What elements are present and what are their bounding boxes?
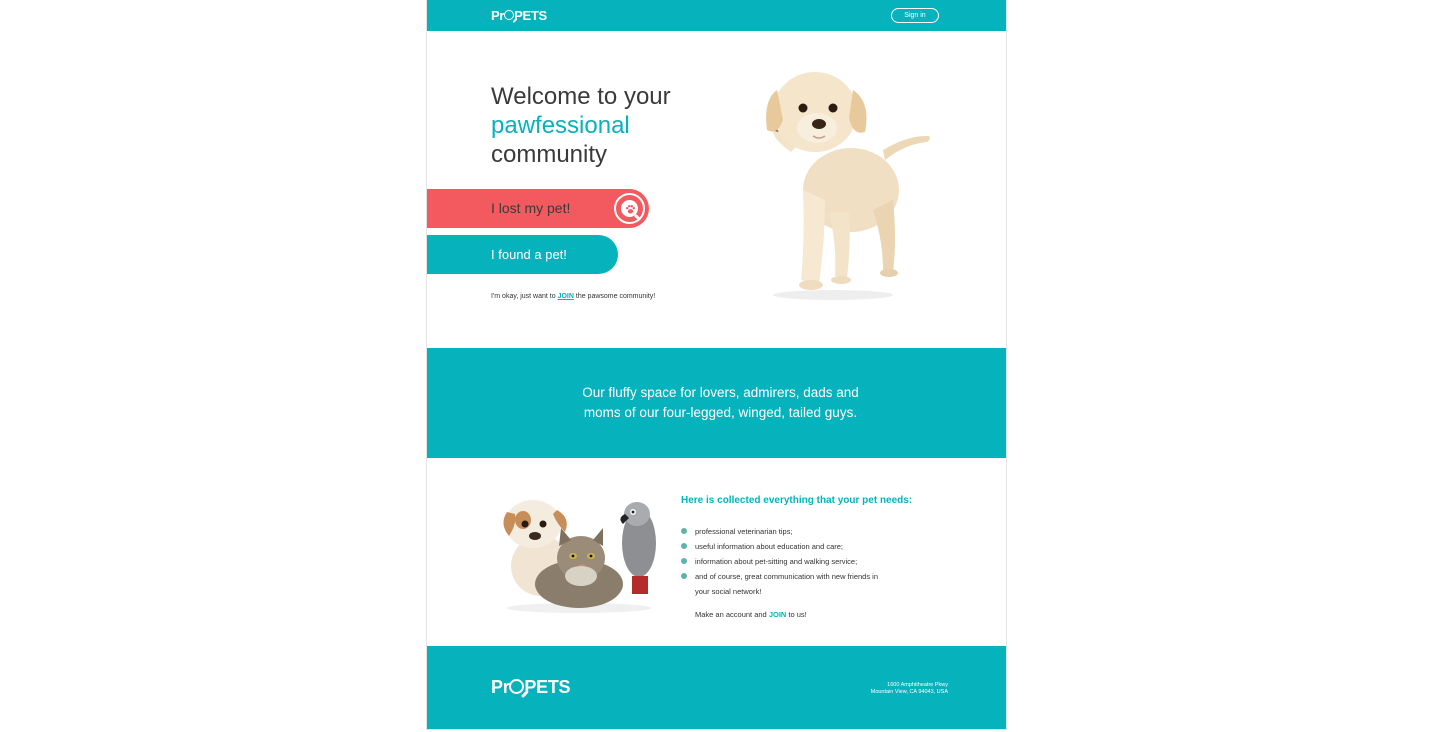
paw-icon: [626, 205, 635, 214]
account-cta: Make an account and JOIN to us!: [695, 610, 807, 619]
lost-pet-label: I lost my pet!: [491, 200, 571, 216]
tagline-band: Our fluffy space for lovers, admirers, d…: [427, 348, 1006, 458]
tagline-text: Our fluffy space for lovers, admirers, d…: [582, 385, 859, 420]
bullet-icon: [681, 573, 687, 579]
join-us-link[interactable]: JOIN: [769, 610, 787, 619]
header-logo[interactable]: Pr PETS: [491, 8, 547, 23]
sign-in-button[interactable]: Sign in: [891, 8, 939, 23]
join-link[interactable]: JOIN: [558, 293, 574, 300]
lost-pet-button[interactable]: I lost my pet!: [427, 189, 649, 228]
site-footer: Pr PETS 1600 Amphitheatre Pkwy Mountain V…: [427, 646, 1006, 729]
bullet-icon: [681, 528, 687, 534]
footer-logo[interactable]: Pr PETS: [491, 677, 571, 698]
feature-item: professional veterinarian tips;: [681, 524, 921, 539]
magnifier-icon: [509, 678, 525, 694]
found-pet-button[interactable]: I found a pet!: [427, 235, 618, 274]
features-title: Here is collected everything that your p…: [681, 495, 913, 506]
puppy-photo: [733, 40, 939, 305]
feature-item: information about pet-sitting and walkin…: [681, 554, 921, 569]
site-header: Pr PETS Sign in: [427, 0, 1006, 31]
footer-address: 1600 Amphitheatre Pkwy Mountain View, CA…: [870, 682, 948, 695]
bullet-icon: [681, 543, 687, 549]
found-pet-label: I found a pet!: [491, 247, 567, 262]
feature-item: useful information about education and c…: [681, 539, 921, 554]
feature-list: professional veterinarian tips; useful i…: [681, 524, 921, 599]
pets-group-photo: [499, 488, 661, 616]
paw-search-icon: [614, 193, 645, 224]
page: Pr PETS Sign in Welcome to your pawfessio…: [426, 0, 1007, 730]
magnifier-icon: [504, 10, 515, 21]
join-invite: I'm okay, just want to JOIN the pawsome …: [491, 293, 656, 300]
bullet-icon: [681, 558, 687, 564]
feature-item: and of course, great communication with …: [681, 569, 881, 599]
hero-title: Welcome to your pawfessional community: [491, 83, 671, 168]
